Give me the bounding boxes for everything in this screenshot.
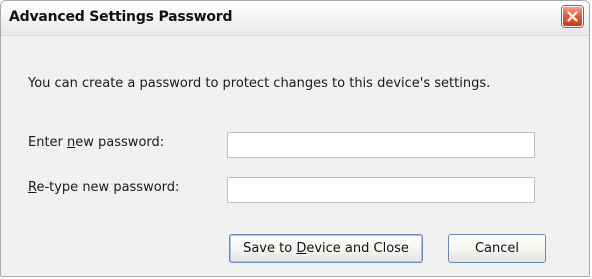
close-icon xyxy=(567,11,578,22)
window-title: Advanced Settings Password xyxy=(9,9,233,25)
retype-password-label: Re-type new password: xyxy=(28,180,180,195)
close-button[interactable] xyxy=(562,6,583,27)
title-bar[interactable]: Advanced Settings Password xyxy=(1,1,589,36)
new-password-label: Enter new password: xyxy=(28,135,165,150)
new-password-field[interactable] xyxy=(227,132,535,158)
retype-password-field[interactable] xyxy=(227,177,535,203)
cancel-button[interactable]: Cancel xyxy=(448,234,546,263)
intro-text: You can create a password to protect cha… xyxy=(28,76,491,91)
dialog-body: You can create a password to protect cha… xyxy=(1,36,589,276)
advanced-settings-password-dialog: Advanced Settings Password You can creat… xyxy=(0,0,590,277)
save-to-device-and-close-button[interactable]: Save to Device and Close xyxy=(229,234,423,263)
